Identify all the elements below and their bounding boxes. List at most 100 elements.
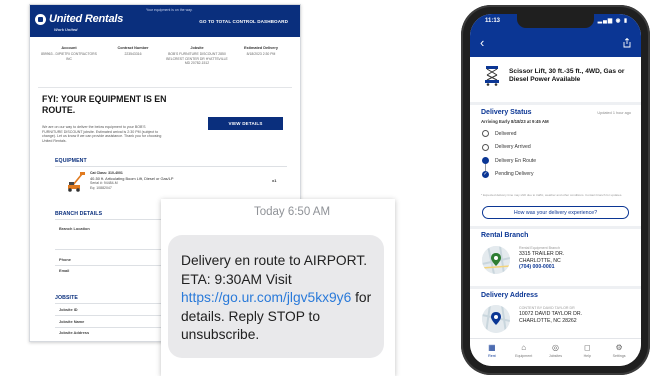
dashboard-link[interactable]: GO TO TOTAL CONTROL DASHBOARD (199, 19, 288, 24)
tab-equipment[interactable]: ⌂ Equipment (510, 343, 538, 366)
equipment-icon: ⌂ (521, 343, 527, 352)
branch-details: Rental Equipment Branch 3315 TRAILER DR.… (519, 246, 564, 271)
back-chevron-icon[interactable]: ‹ (480, 36, 484, 49)
email-headline: FYI: YOUR EQUIPMENT IS EN ROUTE. (42, 94, 167, 115)
email-body: We are on our way to deliver the below e… (42, 125, 162, 144)
jobsite-heading: JOBSITE (55, 295, 78, 301)
info-label: Estimated Delivery (244, 46, 278, 50)
step-label: Delivered (495, 130, 517, 137)
divider (470, 226, 641, 229)
jobsite-id-label: Jobsite ID (59, 307, 78, 312)
tab-rent[interactable]: ▦ Rent (478, 343, 506, 366)
equipment-eq: Eq: 10882047 (90, 185, 112, 190)
view-details-button[interactable]: VIEW DETAILS (208, 117, 283, 130)
bottom-tab-bar: ▦ Rent ⌂ Equipment ◎ Jobsites ◻ Help ⚙ S… (470, 338, 641, 366)
delivery-steps: Delivered Delivery Arrived Delivery En R… (482, 127, 536, 181)
jobsites-icon: ◎ (551, 343, 559, 352)
delivery-experience-button[interactable]: How was your delivery experience? (482, 206, 629, 219)
tab-help[interactable]: ◻ Help (573, 343, 601, 366)
branch-details-heading: BRANCH DETAILS (55, 211, 103, 217)
branch-phone-link[interactable]: (704) 000-0001 (519, 264, 564, 271)
info-label: Contract Number (117, 46, 149, 50)
step-delivered: Delivered (482, 127, 536, 141)
brand-tagline: Work United (54, 27, 78, 32)
info-label: Jobsite (190, 46, 204, 50)
step-dot-icon (482, 130, 489, 138)
step-pending: ✓ Pending Delivery (482, 168, 536, 182)
step-label: Delivery Arrived (495, 144, 531, 151)
phone-frame: 11:13 ▂▄▆ ◉ ▮ ‹ Scissor Lift, 30 ft.-35 … (461, 5, 650, 375)
info-label: Account (61, 46, 77, 50)
brand-name: United Rentals (49, 13, 124, 25)
delivery-status-heading: Delivery Status (481, 109, 532, 116)
divider (470, 102, 641, 105)
rent-icon: ▦ (488, 343, 496, 352)
united-rentals-logo[interactable]: United Rentals Work United (35, 13, 124, 32)
help-icon: ◻ (583, 343, 591, 352)
sms-tracking-link[interactable]: https://go.ur.com/jlgv5kx9y6 (181, 290, 351, 305)
delivery-map-thumbnail[interactable] (482, 305, 510, 333)
delivery-note: * Expected delivery time may shift due t… (481, 193, 623, 197)
info-contract: Contract Number 223543316 (102, 46, 164, 87)
sms-message-card: Today 6:50 AM Delivery en route to AIRPO… (161, 199, 395, 376)
settings-icon: ⚙ (615, 343, 623, 352)
order-info: Account 859963 - DIPIETRI CONTRACTORS IN… (30, 37, 300, 87)
equipment-details: Cat Class: 310-4001 40-50 ft. Articulati… (90, 171, 220, 190)
email-header: Your equipment is on the way. United Ren… (30, 5, 300, 37)
delivery-address-heading: Delivery Address (481, 292, 538, 299)
info-value: 223543316 (124, 52, 142, 56)
tab-label: Rent (488, 354, 496, 358)
tab-jobsites[interactable]: ◎ Jobsites (541, 343, 569, 366)
share-icon[interactable] (623, 38, 631, 48)
phone-screen: 11:13 ▂▄▆ ◉ ▮ ‹ Scissor Lift, 30 ft.-35 … (470, 14, 641, 366)
tab-label: Help (583, 354, 591, 358)
phone-notch (517, 14, 594, 28)
info-account: Account 859963 - DIPIETRI CONTRACTORS IN… (38, 46, 100, 87)
step-delivery-arrived: Delivery Arrived (482, 141, 536, 155)
sms-timestamp: Today 6:50 AM (253, 206, 331, 218)
email-label: Email (59, 268, 70, 273)
updated-label: Updated 1 hour ago (597, 111, 631, 115)
status-bar-icons: ▂▄▆ ◉ ▮ (597, 18, 628, 24)
divider (55, 166, 287, 167)
equipment-summary: Scissor Lift, 30 ft.-35 ft., 4WD, Gas or… (484, 64, 633, 86)
delivery-address-line1: 10072 DAVID TAYLOR DR. (519, 311, 583, 317)
delivery-address-details: CONTENT BY DAVID TAYLOR DR 10072 DAVID T… (519, 306, 582, 324)
boom-lift-icon (68, 172, 85, 192)
step-en-route: Delivery En Route (482, 154, 537, 171)
jobsite-name-label: Jobsite Name (59, 319, 85, 324)
branch-address-line2: CHARLOTTE, NC (519, 257, 561, 264)
rental-branch-heading: Rental Branch (481, 232, 529, 239)
branch-location-label: Branch Location (59, 226, 90, 231)
info-value: 859963 - DIPIETRI CONTRACTORS INC (41, 52, 97, 61)
jobsite-address-label: Jobsite Address (59, 330, 90, 335)
sms-bubble: Delivery en route to AIRPORT. ETA: 9:30A… (168, 235, 384, 358)
equipment-heading: EQUIPMENT (55, 158, 87, 164)
step-label: Delivery En Route (495, 157, 537, 164)
branch-map-thumbnail[interactable] (482, 246, 510, 274)
divider (38, 87, 292, 88)
step-dot-icon (482, 143, 489, 151)
logo-mark-icon (35, 14, 46, 25)
step-label: Pending Delivery (495, 171, 534, 178)
equipment-title: Scissor Lift, 30 ft.-35 ft., 4WD, Gas or… (509, 68, 625, 84)
arriving-text: Arriving Early 8/18/23 at 9:45 AM (481, 119, 549, 124)
info-value: 8/18/2023 2:30 PM (246, 52, 276, 56)
step-check-icon: ✓ (482, 170, 489, 178)
equipment-quantity: x1 (272, 178, 277, 183)
divider (470, 286, 641, 289)
tab-label: Jobsites (548, 354, 563, 358)
phone-label: Phone (59, 257, 71, 262)
scissor-lift-icon (485, 66, 499, 86)
equipment-cat-class: Cat Class: 310-4001 (90, 171, 123, 175)
branch-address-line1: 3315 TRAILER DR. (519, 251, 565, 257)
info-value: BOB'S FURNITURE DISCOUNT 2850 BELCREST C… (166, 52, 228, 65)
status-bar-time: 11:13 (485, 18, 501, 24)
info-estimated-delivery: Estimated Delivery 8/18/2023 2:30 PM (230, 46, 292, 87)
tab-settings[interactable]: ⚙ Settings (605, 343, 633, 366)
delivery-address-line2: CHARLOTTE, NC 28262 (519, 317, 577, 324)
tab-label: Equipment (515, 354, 533, 358)
tab-label: Settings (612, 354, 626, 358)
info-jobsite: Jobsite BOB'S FURNITURE DISCOUNT 2850 BE… (166, 46, 228, 87)
sms-text-before-link: Delivery en route to AIRPORT. ETA: 9:30A… (181, 253, 368, 287)
